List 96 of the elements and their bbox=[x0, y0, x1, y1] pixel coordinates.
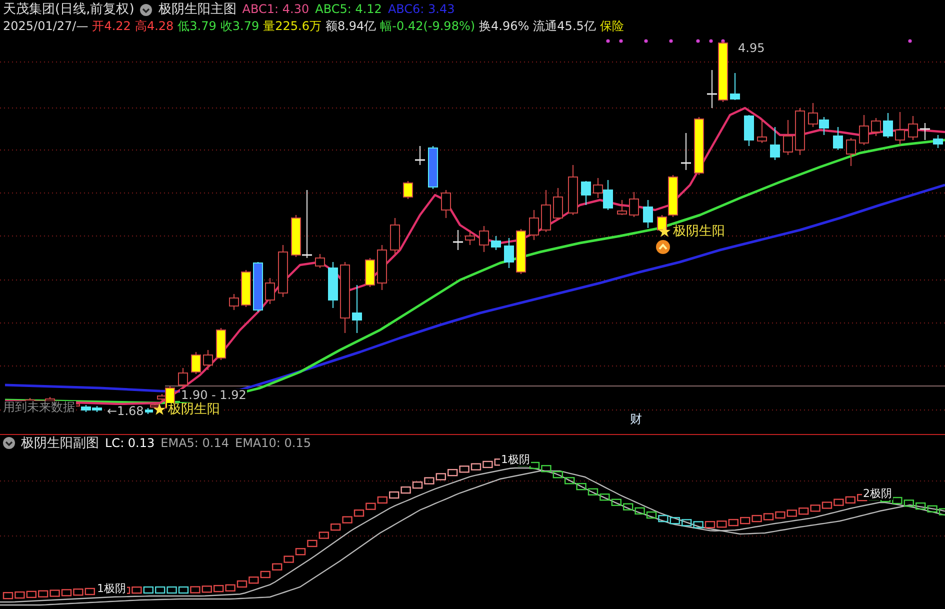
signal-dot bbox=[669, 39, 673, 43]
candlestick bbox=[629, 192, 639, 218]
candlestick bbox=[681, 132, 691, 170]
quote-item: 开4.22 bbox=[92, 19, 131, 34]
price-label: 4.95 bbox=[737, 42, 766, 55]
candlestick bbox=[617, 200, 627, 216]
candlestick bbox=[643, 200, 653, 228]
candlestick bbox=[783, 120, 793, 156]
signal-dot bbox=[721, 39, 725, 43]
chevron-up-badge-icon bbox=[656, 240, 670, 254]
candlestick bbox=[757, 120, 767, 144]
quote-item: 换4.96% bbox=[479, 19, 530, 34]
candlestick bbox=[795, 108, 805, 156]
candlestick bbox=[846, 138, 856, 166]
candlestick bbox=[908, 116, 918, 140]
candlestick bbox=[278, 244, 288, 298]
stock-title: 天茂集团(日线,前复权) bbox=[3, 2, 134, 17]
signal-label: 1极阴 bbox=[500, 454, 531, 466]
signal-dot bbox=[619, 39, 623, 43]
dropdown-icon[interactable] bbox=[3, 437, 15, 449]
indicator-value: ABC1: 4.30 bbox=[242, 2, 310, 17]
dropdown-icon[interactable] bbox=[140, 4, 152, 16]
candlestick bbox=[920, 122, 930, 140]
candlestick bbox=[229, 294, 239, 310]
signal-label: 极阴生阳 bbox=[167, 403, 221, 416]
candlestick bbox=[883, 112, 893, 138]
candlestick bbox=[441, 190, 451, 218]
signal-dot bbox=[709, 39, 713, 43]
candlestick bbox=[365, 258, 375, 288]
indicator-value: EMA5: 0.14 bbox=[160, 436, 229, 450]
quote-date: 2025/01/27/— bbox=[3, 19, 88, 34]
signal-label: 1极阴 bbox=[96, 583, 127, 595]
candlestick bbox=[491, 236, 501, 250]
signal-dot bbox=[908, 39, 912, 43]
candlestick bbox=[178, 368, 188, 388]
indicator-value: ABC5: 4.12 bbox=[315, 2, 382, 17]
candlestick bbox=[694, 116, 704, 176]
candlestick bbox=[770, 126, 780, 160]
candlestick bbox=[340, 262, 350, 334]
star-icon bbox=[658, 225, 671, 238]
indicator-value: LC: 0.13 bbox=[105, 436, 155, 450]
signal-dot bbox=[696, 39, 700, 43]
candlestick bbox=[328, 262, 338, 308]
candlestick bbox=[479, 226, 489, 252]
candlestick bbox=[871, 118, 881, 136]
candlestick bbox=[453, 230, 463, 250]
candlestick bbox=[833, 126, 843, 150]
candlestick bbox=[859, 114, 869, 146]
candlestick bbox=[581, 180, 591, 206]
candlestick bbox=[377, 244, 387, 290]
candlestick bbox=[819, 116, 829, 136]
candlestick bbox=[730, 72, 740, 100]
candlestick bbox=[744, 114, 754, 146]
candlestick bbox=[568, 164, 578, 216]
candlestick bbox=[504, 238, 514, 268]
candlestick bbox=[553, 188, 563, 220]
signal-dot bbox=[606, 39, 610, 43]
candlestick bbox=[253, 262, 263, 312]
price-label: 1.90 - 1.92 bbox=[180, 389, 248, 402]
quote-item: 流通45.5亿 bbox=[533, 19, 596, 34]
candlestick bbox=[203, 350, 213, 370]
quote-item: 保险 bbox=[600, 19, 624, 34]
note-text: 用到未来数据 bbox=[2, 401, 76, 414]
event-marker: 财 bbox=[629, 413, 643, 426]
indicator-value: EMA10: 0.15 bbox=[235, 436, 311, 450]
candlestick bbox=[390, 218, 400, 256]
candlestick bbox=[428, 146, 438, 190]
signal-label: 2极阴 bbox=[862, 488, 893, 500]
quote-item: 低3.79 bbox=[178, 19, 216, 34]
candlestick bbox=[403, 180, 413, 200]
quote-item: 额8.94亿 bbox=[325, 19, 376, 34]
indicator-value: ABC6: 3.43 bbox=[388, 2, 455, 17]
star-icon bbox=[153, 403, 166, 416]
indicator-name: 极阴生阳副图 bbox=[21, 436, 99, 450]
quote-item: 幅-0.42(-9.98%) bbox=[380, 19, 476, 34]
quote-item: 收3.79 bbox=[220, 19, 260, 34]
candlestick bbox=[516, 228, 526, 274]
quote-item: 高4.28 bbox=[134, 19, 174, 34]
candlestick bbox=[191, 352, 201, 374]
candlestick bbox=[465, 230, 475, 246]
candlestick bbox=[415, 146, 425, 166]
signal-label: 极阴生阳 bbox=[672, 225, 726, 238]
candlestick bbox=[808, 102, 818, 128]
price-label: ←1.68 bbox=[106, 405, 145, 418]
candlestick bbox=[315, 254, 325, 268]
quote-item: 量225.6万 bbox=[263, 19, 322, 34]
candlestick bbox=[265, 278, 275, 304]
candlestick bbox=[895, 112, 905, 146]
candlestick bbox=[541, 190, 551, 232]
candlestick bbox=[352, 284, 362, 334]
candlestick bbox=[529, 210, 539, 240]
candlestick bbox=[216, 328, 226, 360]
candlestick bbox=[241, 270, 251, 308]
candlestick bbox=[933, 134, 943, 148]
indicator-name: 极阴生阳主图 bbox=[158, 2, 236, 17]
signal-dot bbox=[644, 39, 648, 43]
